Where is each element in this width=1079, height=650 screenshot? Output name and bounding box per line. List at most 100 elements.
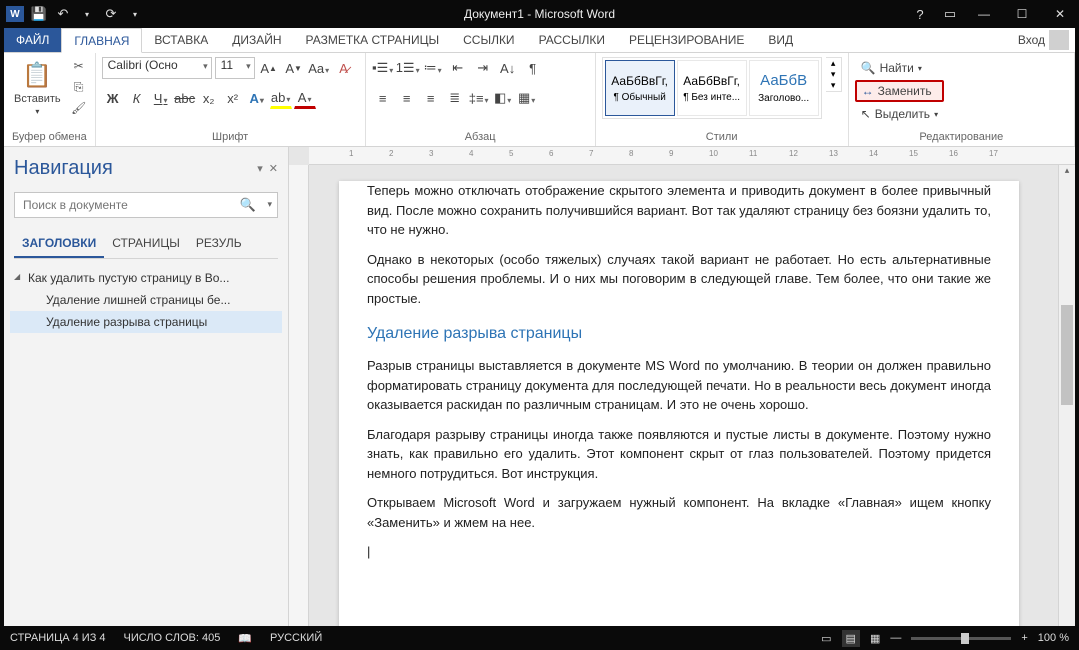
vertical-ruler[interactable] [289, 165, 309, 646]
show-marks-icon[interactable]: ¶ [522, 57, 544, 79]
subscript-button[interactable]: x₂ [198, 87, 220, 109]
copy-icon[interactable]: ⎘ [69, 78, 89, 96]
shrink-font-icon[interactable]: A▼ [283, 57, 305, 79]
style-no-spacing[interactable]: АаБбВвГг, ¶ Без инте... [677, 60, 747, 116]
zoom-out-icon[interactable]: — [890, 632, 901, 644]
nav-item-child-1[interactable]: Удаление лишней страницы бе... [10, 289, 282, 311]
styles-label: Стили [602, 129, 842, 146]
tab-home[interactable]: ГЛАВНАЯ [61, 28, 142, 53]
avatar-placeholder-icon[interactable] [1049, 30, 1069, 50]
zoom-level[interactable]: 100 % [1038, 632, 1069, 644]
nav-close-icon[interactable]: ✕ [269, 162, 278, 175]
paragraph-text: Благодаря разрыву страницы иногда также … [367, 425, 991, 484]
select-button[interactable]: ↖ Выделить ▾ [855, 103, 944, 125]
minimize-icon[interactable]: — [971, 3, 997, 25]
document-page[interactable]: Теперь можно отключать отображение скрыт… [339, 181, 1019, 646]
tab-layout[interactable]: РАЗМЕТКА СТРАНИЦЫ [294, 28, 452, 52]
help-icon[interactable]: ? [911, 5, 929, 23]
italic-button[interactable]: К [126, 87, 148, 109]
text-effects-icon[interactable]: A [246, 87, 268, 109]
page-canvas[interactable]: Теперь можно отключать отображение скрыт… [309, 165, 1058, 646]
align-left-icon[interactable]: ≡ [372, 87, 394, 109]
borders-icon[interactable]: ▦ [516, 87, 538, 109]
status-words[interactable]: ЧИСЛО СЛОВ: 405 [124, 632, 221, 644]
styles-gallery[interactable]: АаБбВвГг, ¶ Обычный АаБбВвГг, ¶ Без инте… [602, 57, 822, 119]
clipboard-label: Буфер обмена [10, 129, 89, 146]
scroll-up-icon[interactable]: ▴ [1059, 165, 1075, 182]
strikethrough-button[interactable]: abc [174, 87, 196, 109]
zoom-slider[interactable] [911, 637, 1011, 640]
font-family-combo[interactable]: Calibri (Осно [102, 57, 212, 79]
nav-tab-pages[interactable]: СТРАНИЦЫ [104, 230, 188, 258]
vertical-scrollbar[interactable]: ▴ ▾ [1058, 165, 1075, 646]
signin-link[interactable]: Вход [1018, 33, 1045, 47]
proofing-icon[interactable]: 📖 [238, 632, 252, 645]
search-dropdown-icon[interactable]: ▾ [267, 199, 272, 210]
redo-icon[interactable]: ⟳ [102, 5, 120, 23]
maximize-icon[interactable]: ☐ [1009, 3, 1035, 25]
replace-button[interactable]: ↔ Заменить [855, 80, 944, 102]
tab-mailings[interactable]: РАССЫЛКИ [527, 28, 617, 52]
ribbon-group-styles: АаБбВвГг, ¶ Обычный АаБбВвГг, ¶ Без инте… [596, 53, 849, 146]
clear-formatting-icon[interactable]: A̷ [333, 57, 355, 79]
nav-tab-headings[interactable]: ЗАГОЛОВКИ [14, 230, 104, 258]
tab-file[interactable]: ФАЙЛ [4, 28, 61, 52]
numbering-icon[interactable]: 1☰ [397, 57, 419, 79]
tab-design[interactable]: ДИЗАЙН [220, 28, 293, 52]
search-input[interactable] [14, 192, 278, 218]
tab-insert[interactable]: ВСТАВКА [142, 28, 220, 52]
qat-dropdown-icon[interactable]: ▾ [126, 5, 144, 23]
justify-icon[interactable]: ≣ [444, 87, 466, 109]
nav-dropdown-icon[interactable]: ▾ [257, 162, 263, 175]
format-painter-icon[interactable]: 🖌 [69, 99, 89, 117]
ribbon-options-icon[interactable]: ▭ [941, 5, 959, 23]
style-heading1[interactable]: АаБбВ Заголово... [749, 60, 819, 116]
change-case-icon[interactable]: Aa [308, 57, 330, 79]
cut-icon[interactable]: ✂ [69, 57, 89, 75]
highlight-icon[interactable]: ab [270, 87, 292, 109]
paste-button[interactable]: 📋 Вставить ▾ [10, 57, 65, 118]
styles-down-icon[interactable]: ▾ [826, 69, 841, 80]
tab-view[interactable]: ВИД [756, 28, 805, 52]
decrease-indent-icon[interactable]: ⇤ [447, 57, 469, 79]
view-read-icon[interactable]: ▭ [821, 632, 831, 645]
save-icon[interactable]: 💾 [30, 5, 48, 23]
cursor-line: | [367, 542, 991, 562]
multilevel-icon[interactable]: ≔ [422, 57, 444, 79]
increase-indent-icon[interactable]: ⇥ [472, 57, 494, 79]
scroll-thumb[interactable] [1061, 305, 1073, 405]
status-page[interactable]: СТРАНИЦА 4 ИЗ 4 [10, 632, 106, 644]
view-web-icon[interactable]: ▦ [870, 632, 880, 645]
styles-gallery-nav[interactable]: ▴ ▾ ▾ [826, 57, 842, 92]
nav-tab-results[interactable]: РЕЗУЛЬ [188, 230, 244, 258]
nav-item-child-2[interactable]: Удаление разрыва страницы [10, 311, 282, 333]
horizontal-ruler[interactable]: 1 2 3 4 5 6 7 8 9 10 11 12 13 14 15 16 1… [309, 147, 1075, 165]
align-right-icon[interactable]: ≡ [420, 87, 442, 109]
shading-icon[interactable]: ◧ [492, 87, 514, 109]
font-size-combo[interactable]: 11 [215, 57, 255, 79]
tab-references[interactable]: ССЫЛКИ [451, 28, 526, 52]
underline-button[interactable]: Ч [150, 87, 172, 109]
bold-button[interactable]: Ж [102, 87, 124, 109]
align-center-icon[interactable]: ≡ [396, 87, 418, 109]
find-button[interactable]: 🔍 Найти ▾ [855, 57, 944, 79]
styles-up-icon[interactable]: ▴ [826, 58, 841, 69]
line-spacing-icon[interactable]: ‡≡ [468, 87, 490, 109]
superscript-button[interactable]: x² [222, 87, 244, 109]
zoom-in-icon[interactable]: + [1021, 632, 1027, 644]
font-color-icon[interactable]: A [294, 87, 316, 109]
undo-dropdown-icon[interactable]: ▾ [78, 5, 96, 23]
sort-icon[interactable]: A↓ [497, 57, 519, 79]
view-print-icon[interactable]: ▤ [842, 630, 860, 647]
tab-review[interactable]: РЕЦЕНЗИРОВАНИЕ [617, 28, 756, 52]
status-lang[interactable]: РУССКИЙ [270, 632, 322, 644]
search-icon[interactable]: 🔍 [240, 197, 256, 213]
undo-icon[interactable]: ↶ [54, 5, 72, 23]
nav-item-root[interactable]: Как удалить пустую страницу в Во... [10, 267, 282, 289]
close-icon[interactable]: ✕ [1047, 3, 1073, 25]
bullets-icon[interactable]: ▪☰ [372, 57, 394, 79]
style-normal[interactable]: АаБбВвГг, ¶ Обычный [605, 60, 675, 116]
ribbon-tabs: ФАЙЛ ГЛАВНАЯ ВСТАВКА ДИЗАЙН РАЗМЕТКА СТР… [4, 28, 1075, 53]
grow-font-icon[interactable]: A▲ [258, 57, 280, 79]
styles-more-icon[interactable]: ▾ [826, 80, 841, 91]
